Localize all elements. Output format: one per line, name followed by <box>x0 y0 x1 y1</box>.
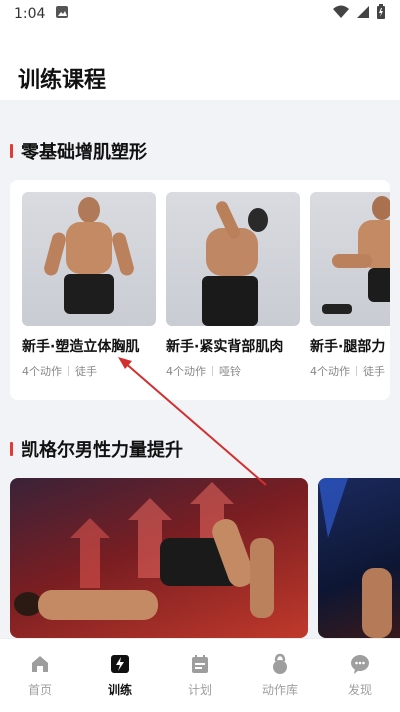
course-carousel[interactable]: 新手·塑造立体胸肌 4个动作 徒手 新手·紧实背部肌肉 4个动作 哑铃 新手·腿… <box>10 180 390 400</box>
signal-icon <box>356 5 370 23</box>
course-equipment: 徒手 <box>75 365 97 378</box>
course-scroll-area[interactable]: 零基础增肌塑形 新手·塑造立体胸肌 4个动作 徒手 新手·紧实背部肌肉 4个动作… <box>0 100 400 638</box>
lightning-icon <box>111 655 129 673</box>
banner-artwork <box>14 482 274 620</box>
home-icon <box>32 656 48 672</box>
athlete-image <box>322 196 390 314</box>
course-equipment: 哑铃 <box>219 365 241 378</box>
banner-artwork <box>318 478 392 638</box>
course-action-count: 4个动作 <box>166 365 206 378</box>
tab-label: 计划 <box>187 683 212 697</box>
course-card-legs[interactable]: 新手·腿部力 4个动作 徒手 <box>310 192 390 379</box>
course-thumbnail <box>166 192 300 326</box>
tab-label: 训练 <box>107 683 132 697</box>
section-title: 零基础增肌塑形 <box>21 142 147 163</box>
course-name: 新手·腿部力 <box>310 339 386 355</box>
course-meta: 4个动作 徒手 <box>310 363 390 379</box>
tab-label: 动作库 <box>261 683 298 697</box>
page-title: 训练课程 <box>18 68 107 93</box>
kettlebell-icon <box>273 653 287 674</box>
course-card-back[interactable]: 新手·紧实背部肌肉 4个动作 哑铃 <box>166 192 300 379</box>
course-equipment: 徒手 <box>363 365 385 378</box>
course-thumbnail <box>22 192 156 326</box>
meta-divider <box>212 366 213 376</box>
meta-divider <box>68 366 69 376</box>
gallery-notification-icon <box>55 5 69 23</box>
tab-label: 首页 <box>27 683 52 697</box>
section-title: 凯格尔男性力量提升 <box>21 440 183 461</box>
course-meta: 4个动作 徒手 <box>22 363 156 379</box>
tab-plan[interactable]: 计划 <box>160 639 240 712</box>
section-header-kegel: 凯格尔男性力量提升 <box>10 436 183 462</box>
status-time: 1:04 <box>14 6 46 22</box>
course-meta: 4个动作 哑铃 <box>166 363 300 379</box>
course-thumbnail <box>310 192 390 326</box>
course-card-chest[interactable]: 新手·塑造立体胸肌 4个动作 徒手 <box>22 192 156 379</box>
section-accent-bar <box>10 442 13 456</box>
course-name: 新手·塑造立体胸肌 <box>22 339 140 355</box>
section-header-muscle: 零基础增肌塑形 <box>10 138 147 164</box>
tab-training[interactable]: 训练 <box>80 639 160 712</box>
status-bar: 1:04 <box>0 0 400 28</box>
tab-discover[interactable]: 发现 <box>320 639 400 712</box>
course-action-count: 4个动作 <box>310 365 350 378</box>
tab-home[interactable]: 首页 <box>0 639 80 712</box>
wifi-icon <box>332 5 350 23</box>
program-banner-next[interactable] <box>318 478 400 638</box>
meta-divider <box>356 366 357 376</box>
battery-icon <box>376 4 386 24</box>
athlete-image <box>44 197 134 314</box>
calendar-icon <box>192 655 208 673</box>
course-name: 新手·紧实背部肌肉 <box>166 339 284 355</box>
program-banner-kegel[interactable] <box>10 478 308 638</box>
athlete-image <box>202 201 268 326</box>
tab-exercise-library[interactable]: 动作库 <box>240 639 320 712</box>
chat-icon <box>351 655 369 674</box>
course-action-count: 4个动作 <box>22 365 62 378</box>
bottom-tab-bar: 首页 训练 计划 动作库 发现 <box>0 638 400 712</box>
tab-label: 发现 <box>347 683 372 697</box>
section-accent-bar <box>10 144 13 158</box>
